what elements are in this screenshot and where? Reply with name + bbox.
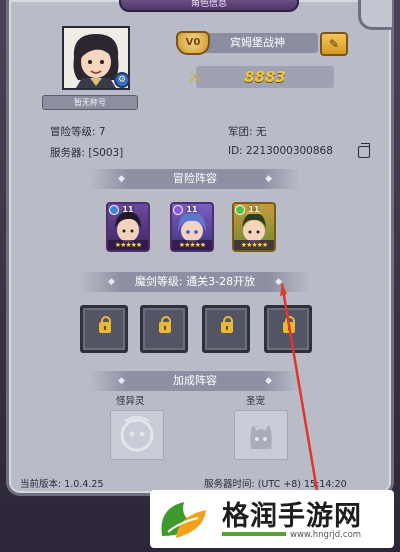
lock-icon bbox=[159, 316, 171, 333]
hero-1-level: 11 bbox=[122, 205, 134, 214]
lock-icon bbox=[283, 316, 295, 333]
sword-slot-3[interactable] bbox=[202, 305, 250, 353]
legion-info: 军团: 无 bbox=[228, 126, 267, 138]
bonus-team-header: 加成阵容 bbox=[90, 371, 300, 391]
server-time: 服务器时间: (UTC +8) 15:14:20 bbox=[204, 479, 347, 490]
watermark-url: www.hngrjd.com bbox=[290, 530, 362, 540]
pet-slot[interactable] bbox=[234, 410, 288, 460]
client-version: 当前版本: 1.0.4.25 bbox=[20, 479, 104, 490]
monster-label: 怪异灵 bbox=[116, 396, 145, 407]
monster-slot[interactable] bbox=[110, 410, 164, 460]
player-title-chip[interactable]: 暂无称号 bbox=[42, 95, 138, 110]
watermark-divider bbox=[222, 532, 286, 536]
hero-3-stars: ★★★★★ bbox=[234, 240, 274, 250]
hero-card-2[interactable]: 11 ★★★★★ bbox=[170, 202, 214, 252]
hero-2-stars: ★★★★★ bbox=[172, 240, 212, 250]
hero-2-level: 11 bbox=[186, 205, 198, 214]
sword-slot-4[interactable] bbox=[264, 305, 312, 353]
watermark-title: 格润手游网 bbox=[222, 501, 362, 532]
pet-placeholder-icon bbox=[250, 425, 272, 449]
hero-1-stars: ★★★★★ bbox=[108, 240, 148, 250]
panel-title-tab: 角色信息 bbox=[119, 0, 299, 12]
copy-id-icon[interactable] bbox=[358, 143, 370, 158]
hero-3-level: 11 bbox=[248, 205, 260, 214]
lock-icon bbox=[99, 316, 111, 333]
adventure-team-header: 冒险阵容 bbox=[90, 169, 300, 189]
lock-icon bbox=[221, 316, 233, 333]
combat-power-value: 8883 bbox=[196, 66, 334, 88]
server-info: 服务器: [S003] bbox=[50, 147, 124, 159]
player-id: ID: 2213000300868 bbox=[228, 145, 333, 157]
hero-card-1[interactable]: 11 ★★★★★ bbox=[106, 202, 150, 252]
pet-label: 圣宠 bbox=[246, 396, 266, 407]
sword-slot-2[interactable] bbox=[140, 305, 188, 353]
monster-placeholder-icon bbox=[120, 416, 154, 452]
player-name-bar: 宾姆堡战神 bbox=[196, 33, 318, 53]
vip-badge: V0 bbox=[176, 31, 210, 55]
edit-name-button[interactable]: ✎ bbox=[320, 32, 348, 56]
watermark-logo-icon bbox=[161, 502, 206, 538]
close-button[interactable] bbox=[358, 0, 392, 30]
pencil-icon: ✎ bbox=[328, 37, 340, 51]
sword-level-header: 魔剑等级: 通关3-28开放 bbox=[80, 272, 310, 292]
adventure-level: 冒险等级: 7 bbox=[50, 126, 106, 138]
site-watermark: 格润手游网 www.hngrjd.com bbox=[150, 490, 394, 548]
settings-gear-icon[interactable]: ⚙ bbox=[114, 72, 130, 88]
sword-slot-1[interactable] bbox=[80, 305, 128, 353]
hero-card-3[interactable]: 11 ★★★★★ bbox=[232, 202, 276, 252]
crossed-swords-icon: ⚔ bbox=[187, 67, 203, 86]
